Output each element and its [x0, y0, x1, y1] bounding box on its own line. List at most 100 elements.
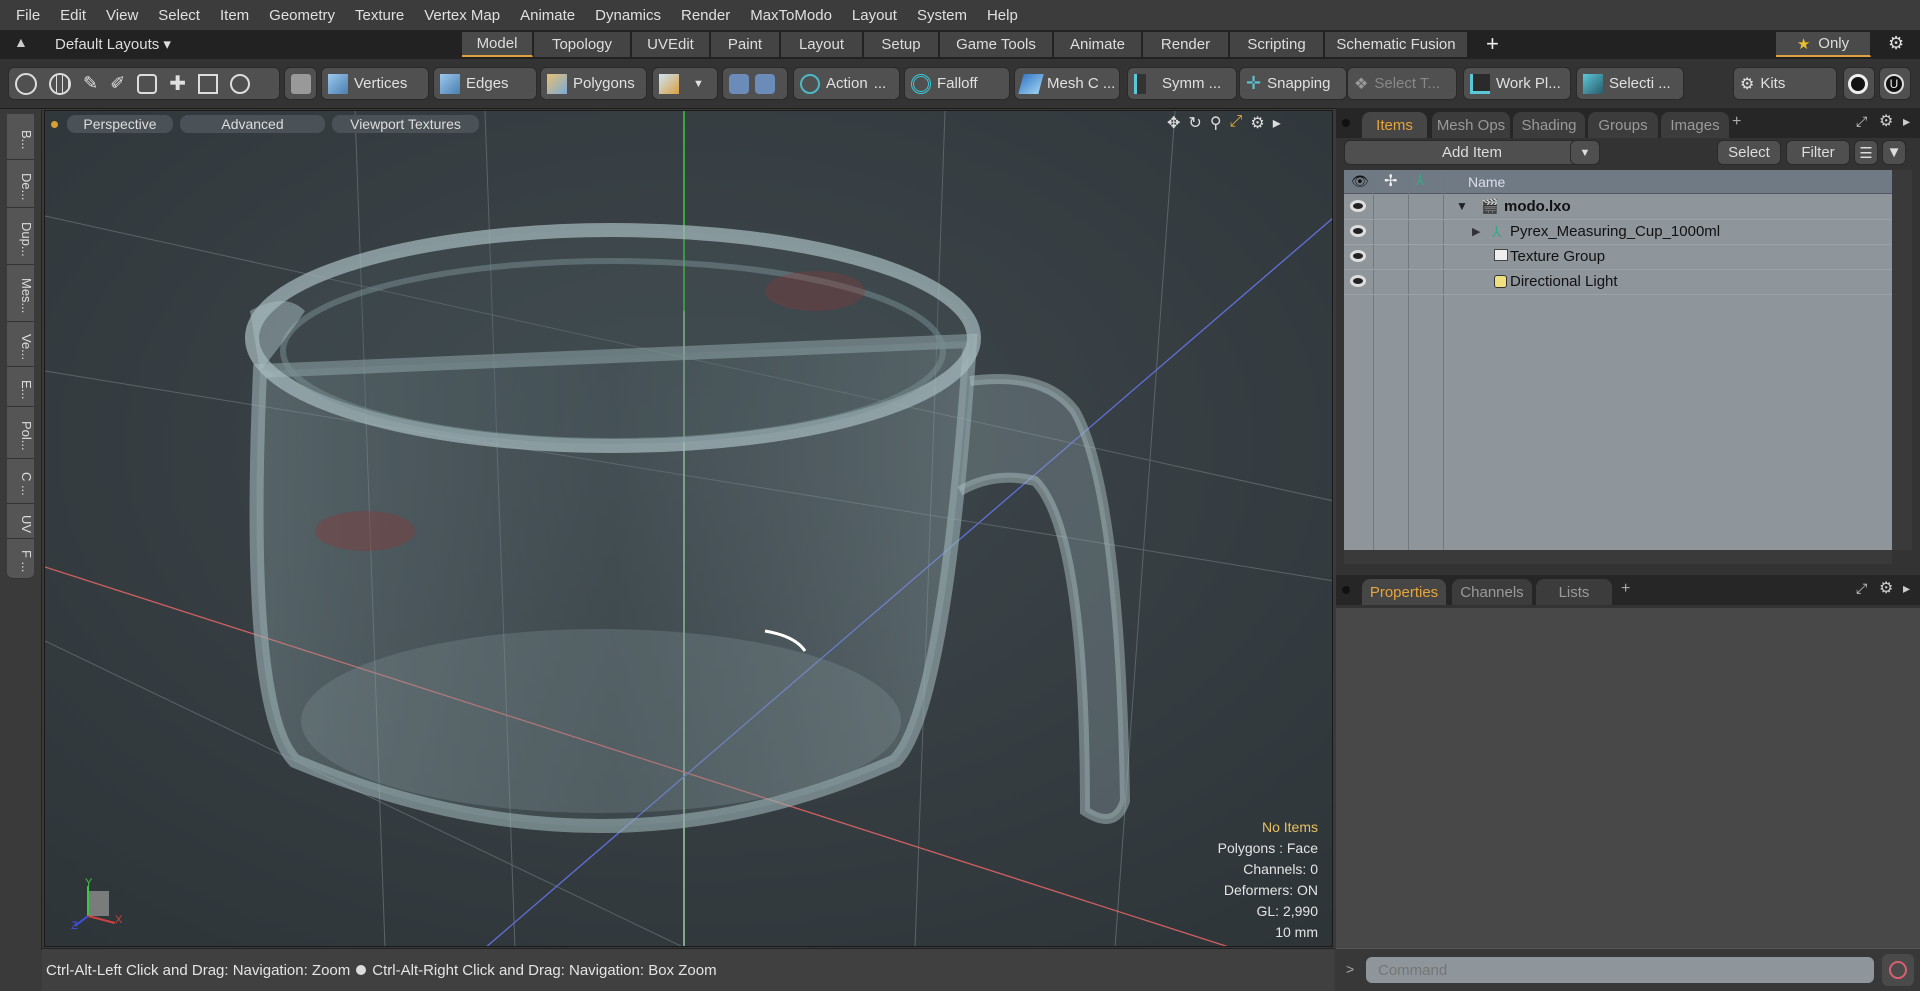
work-plane-button[interactable]: Work Pl...	[1463, 67, 1571, 100]
rotate-icon[interactable]: ↻	[1188, 113, 1201, 133]
command-input[interactable]	[1366, 957, 1874, 983]
menu-edit[interactable]: Edit	[50, 7, 96, 24]
item-mode-button[interactable]	[284, 67, 317, 100]
menu-help[interactable]: Help	[977, 7, 1028, 24]
tool-tab-uv[interactable]: UV	[7, 504, 34, 539]
eye-icon[interactable]	[1350, 275, 1366, 287]
menu-item[interactable]: Item	[210, 7, 259, 24]
tab-layout[interactable]: Layout	[781, 32, 863, 57]
gear-icon[interactable]: ⚙	[1250, 113, 1264, 133]
panel-menu-dot-icon[interactable]	[1342, 119, 1350, 127]
cross-icon[interactable]: ✚	[169, 71, 186, 96]
tab-paint[interactable]: Paint	[711, 32, 780, 57]
mesh-constraints-button[interactable]: Mesh C ...	[1014, 67, 1120, 100]
symmetry-mode-group[interactable]	[722, 67, 788, 100]
vertices-button[interactable]: Vertices	[321, 67, 429, 100]
menu-file[interactable]: File	[6, 7, 50, 24]
gear-icon[interactable]: ⚙	[1879, 111, 1893, 131]
menu-view[interactable]: View	[96, 7, 148, 24]
collapse-arrow-icon[interactable]: ▲	[14, 34, 28, 50]
snapping-button[interactable]: ✛ Snapping	[1239, 67, 1347, 100]
move-icon[interactable]: ✥	[1167, 113, 1180, 133]
tool-tab-mesh-edit[interactable]: Mes...	[7, 265, 34, 322]
menu-texture[interactable]: Texture	[345, 7, 414, 24]
panel-menu-dot-icon[interactable]	[1342, 586, 1350, 594]
zoom-icon[interactable]: ⚲	[1210, 113, 1222, 133]
falloff-button[interactable]: Falloff	[904, 67, 1010, 100]
record-button[interactable]	[1882, 954, 1914, 986]
layout-selector[interactable]: Default Layouts ▾	[55, 35, 171, 53]
menu-dynamics[interactable]: Dynamics	[585, 7, 671, 24]
maximize-icon[interactable]: ⤢	[1856, 580, 1867, 597]
menu-geometry[interactable]: Geometry	[259, 7, 345, 24]
3d-viewport[interactable]: Y X Z Perspective Advanced Viewport Text…	[44, 110, 1333, 947]
menu-vertex-map[interactable]: Vertex Map	[414, 7, 510, 24]
tab-model[interactable]: Model	[462, 32, 533, 57]
list-options-button[interactable]: ☰	[1854, 140, 1878, 165]
eye-icon[interactable]	[1350, 200, 1366, 212]
add-layout-tab-button[interactable]: +	[1486, 31, 1499, 57]
menu-select[interactable]: Select	[148, 7, 210, 24]
tool-tab-duplicate[interactable]: Dup...	[7, 208, 34, 265]
tree-row-light[interactable]: Directional Light	[1344, 270, 1892, 295]
type-column-icon[interactable]: ⅄	[1416, 172, 1425, 189]
add-tab-button[interactable]: +	[1732, 113, 1741, 131]
tool-tab-edge[interactable]: E...	[7, 367, 34, 407]
action-center-button[interactable]: Action...	[793, 67, 900, 100]
visibility-column-icon[interactable]: 👁	[1351, 173, 1369, 190]
tree-row-mesh[interactable]: ▶ ⅄ Pyrex_Measuring_Cup_1000ml	[1344, 220, 1892, 245]
maximize-icon[interactable]: ⤢	[1856, 113, 1867, 130]
expand-down-icon[interactable]: ▼	[1456, 199, 1468, 213]
tab-groups[interactable]: Groups	[1588, 112, 1658, 138]
menu-system[interactable]: System	[907, 7, 977, 24]
tab-topology[interactable]: Topology	[534, 32, 631, 57]
tab-items[interactable]: Items	[1362, 112, 1427, 138]
tab-animate[interactable]: Animate	[1054, 32, 1142, 57]
tree-row-texture-group[interactable]: Texture Group	[1344, 245, 1892, 270]
funnel-button[interactable]: ▼	[1882, 140, 1906, 165]
eye-icon[interactable]	[1350, 225, 1366, 237]
menu-layout[interactable]: Layout	[842, 7, 907, 24]
tool-tab-basic[interactable]: B...	[7, 114, 34, 160]
clock-icon[interactable]	[229, 73, 250, 94]
gear-icon[interactable]: ⚙	[1888, 33, 1904, 54]
pen-icon[interactable]: ✎	[83, 73, 98, 94]
only-toggle[interactable]: ★ Only	[1776, 32, 1871, 57]
globe-icon[interactable]	[49, 72, 71, 95]
viewport-textures-button[interactable]: Viewport Textures	[332, 115, 479, 133]
box-select-icon[interactable]	[137, 73, 158, 94]
expand-arrow-icon[interactable]: ▸	[1903, 113, 1910, 130]
edges-button[interactable]: Edges	[433, 67, 537, 100]
tool-tab-fusion[interactable]: F ...	[7, 539, 34, 579]
frame-icon[interactable]	[197, 73, 218, 94]
material-mode-button[interactable]: ▼	[652, 67, 718, 100]
polygons-button[interactable]: Polygons	[540, 67, 647, 100]
tree-row-scene[interactable]: ▼ 🎬 modo.lxo	[1344, 195, 1892, 220]
add-item-button[interactable]: Add Item	[1344, 140, 1600, 165]
symmetry-button[interactable]: Symm ...	[1127, 67, 1237, 100]
menu-animate[interactable]: Animate	[510, 7, 585, 24]
tab-scripting[interactable]: Scripting	[1230, 32, 1324, 57]
tab-properties[interactable]: Properties	[1362, 579, 1446, 605]
tab-game-tools[interactable]: Game Tools	[940, 32, 1053, 57]
add-tab-button[interactable]: +	[1621, 580, 1630, 598]
gear-icon[interactable]: ⚙	[1879, 578, 1893, 598]
expand-right-icon[interactable]: ▶	[1472, 225, 1480, 238]
circle-select-icon[interactable]	[15, 72, 37, 95]
filter-button[interactable]: Filter	[1786, 140, 1850, 165]
tab-shading[interactable]: Shading	[1513, 112, 1585, 138]
expand-arrow-icon[interactable]: ▸	[1273, 113, 1281, 133]
viewport-menu-dot-icon[interactable]	[51, 121, 58, 128]
lock-column-icon[interactable]: ✢	[1384, 171, 1397, 191]
name-column-header[interactable]: Name	[1468, 174, 1505, 190]
tab-channels[interactable]: Channels	[1452, 579, 1532, 605]
tool-tab-vertex[interactable]: Ve...	[7, 322, 34, 367]
expand-arrow-icon[interactable]: ▸	[1903, 580, 1910, 597]
kits-button[interactable]: ⚙ Kits	[1733, 67, 1837, 100]
lasso-icon[interactable]: ✐	[110, 73, 125, 94]
tab-uvedit[interactable]: UVEdit	[632, 32, 710, 57]
tree-scrollbar[interactable]	[1892, 170, 1912, 550]
menu-render[interactable]: Render	[671, 7, 740, 24]
advanced-button[interactable]: Advanced	[180, 115, 325, 133]
maximize-icon[interactable]: ⤢	[1230, 113, 1243, 133]
